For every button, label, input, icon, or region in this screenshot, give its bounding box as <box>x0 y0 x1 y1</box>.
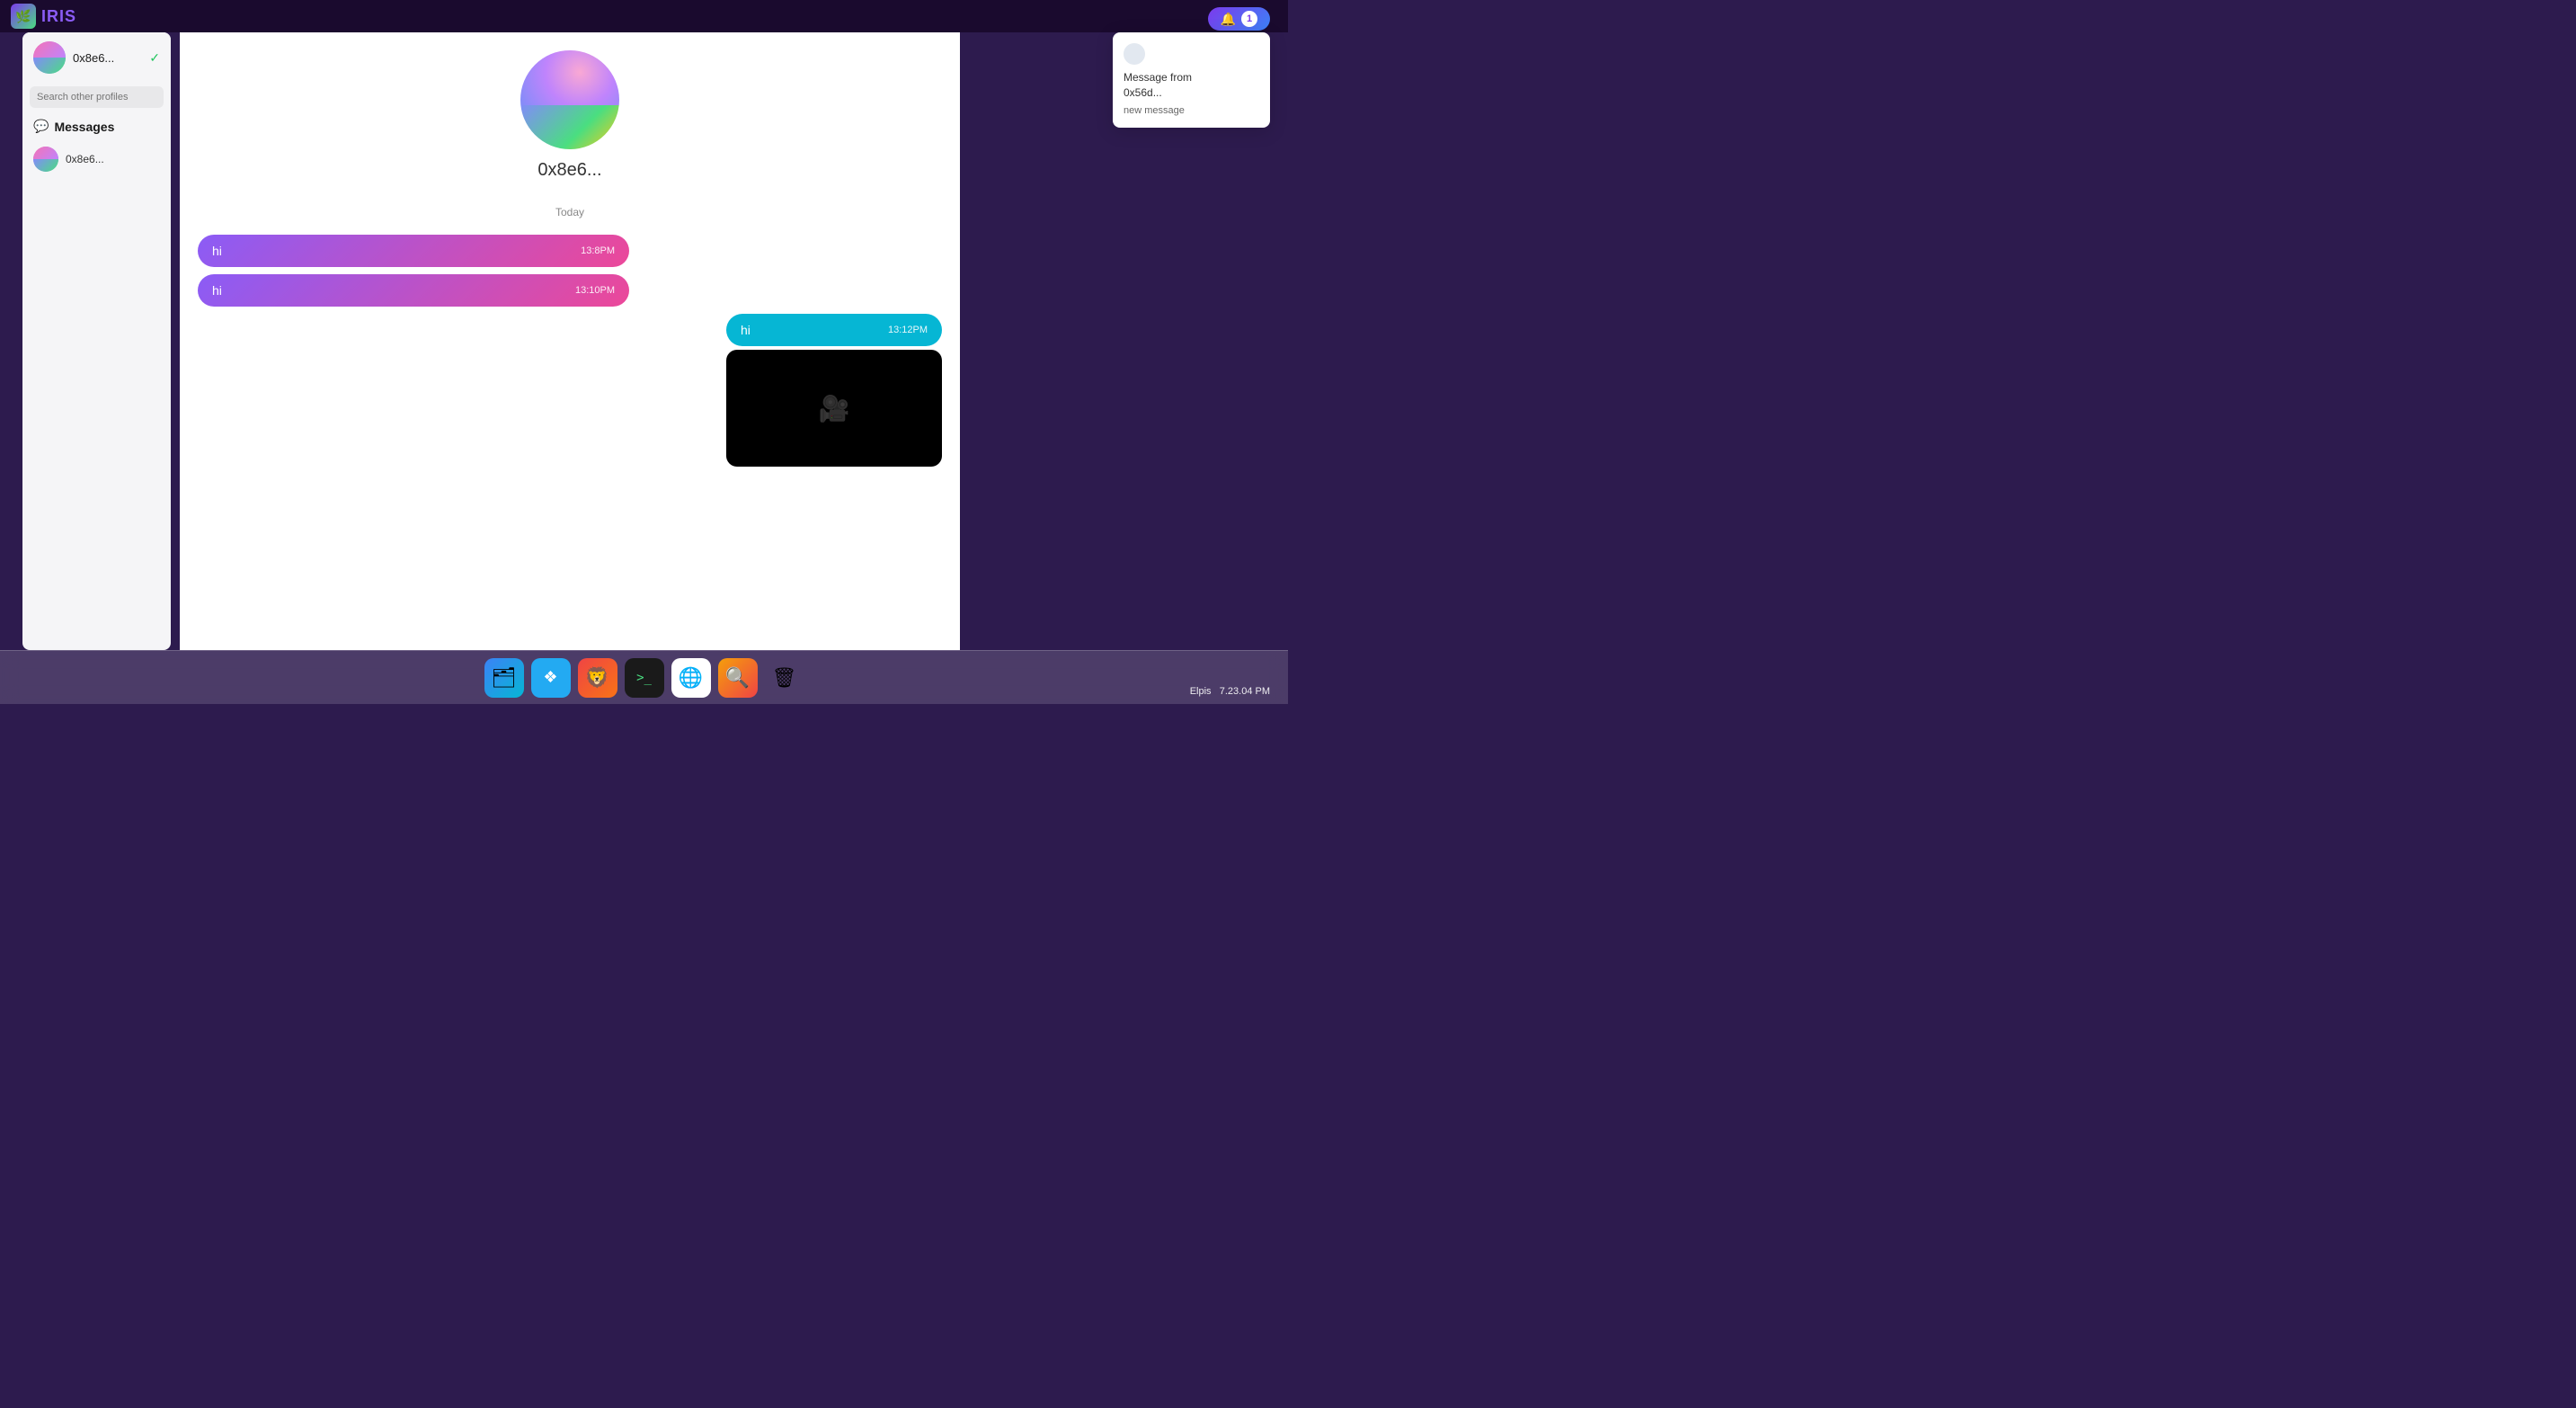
messages-header: 💬 Messages <box>33 119 160 134</box>
dock-item-trash[interactable]: 🗑 <box>765 658 804 698</box>
message-time: 13:8PM <box>581 245 615 256</box>
messages-container: hi 13:8PM hi 13:10PM hi 13:12PM 🎥 <box>180 226 960 483</box>
search-input[interactable] <box>30 86 164 108</box>
main-chat: 0x8e6... Today hi 13:8PM hi 13:10PM hi 1… <box>180 32 960 650</box>
avatar <box>33 41 66 74</box>
attachment-content: 🎥 <box>726 350 942 467</box>
table-row: hi 13:8PM <box>198 235 942 267</box>
table-row: hi 13:12PM 🎥 <box>198 314 942 467</box>
message-attachment: 🎥 <box>726 350 942 467</box>
message-bubble-sent: hi 13:8PM <box>198 235 629 267</box>
chat-date: Today <box>180 199 960 226</box>
search-bar: Search <box>30 86 164 108</box>
message-text: hi <box>212 283 222 298</box>
message-text: hi <box>741 323 751 337</box>
bell-icon: 🔔 <box>1221 12 1236 27</box>
video-icon: 🎥 <box>819 394 850 423</box>
dock-item-brave[interactable]: 🦁 <box>578 658 617 698</box>
avatar <box>33 147 58 172</box>
contact-name: 0x8e6... <box>66 153 104 165</box>
sidebar: 0x8e6... ✓ Search 💬 Messages 0x8e6... <box>22 32 171 650</box>
message-time: 13:10PM <box>575 285 615 296</box>
messages-section: 💬 Messages 0x8e6... <box>22 111 171 181</box>
chat-username: 0x8e6... <box>537 160 601 181</box>
chat-header: 0x8e6... <box>180 32 960 199</box>
messages-title: Messages <box>54 120 114 134</box>
notif-avatar <box>1124 43 1145 65</box>
message-bubble-received: hi 13:12PM <box>726 314 942 346</box>
messages-icon: 💬 <box>33 119 49 134</box>
app-title: IRIS <box>41 7 76 26</box>
notification-panel: Message from 0x56d... new message <box>1113 32 1270 128</box>
logo: 🌿 IRIS <box>11 4 76 29</box>
statusbar: Elpis 7.23.04 PM <box>1190 686 1270 697</box>
table-row: hi 13:10PM <box>198 274 942 307</box>
app-header: 🌿 IRIS <box>0 0 1288 32</box>
statusbar-app: Elpis <box>1190 686 1212 697</box>
message-time: 13:12PM <box>888 325 928 335</box>
dock-item-chrome[interactable]: 🌐 <box>671 658 711 698</box>
sidebar-user[interactable]: 0x8e6... ✓ <box>22 32 171 83</box>
list-item[interactable]: 0x8e6... <box>33 141 160 177</box>
statusbar-time: 7.23.04 PM <box>1220 686 1270 697</box>
notif-from: Message from 0x56d... <box>1124 70 1259 101</box>
dock-item-terminal[interactable]: >_ <box>625 658 664 698</box>
dock-item-proxyman[interactable]: 🔍 <box>718 658 758 698</box>
message-text: hi <box>212 244 222 258</box>
notif-body: new message <box>1124 104 1259 117</box>
dock-item-vscode[interactable]: ❖ <box>531 658 571 698</box>
message-bubble-sent: hi 13:10PM <box>198 274 629 307</box>
dock-item-finder[interactable]: 🗂 <box>484 658 524 698</box>
username-label: 0x8e6... <box>73 51 142 65</box>
dock: 🗂 ❖ 🦁 >_ 🌐 🔍 🗑 <box>0 650 1288 704</box>
notification-bell[interactable]: 🔔 1 <box>1208 7 1270 31</box>
verified-icon: ✓ <box>149 50 160 66</box>
logo-icon: 🌿 <box>11 4 36 29</box>
notification-count: 1 <box>1241 11 1257 27</box>
chat-avatar <box>520 50 619 149</box>
